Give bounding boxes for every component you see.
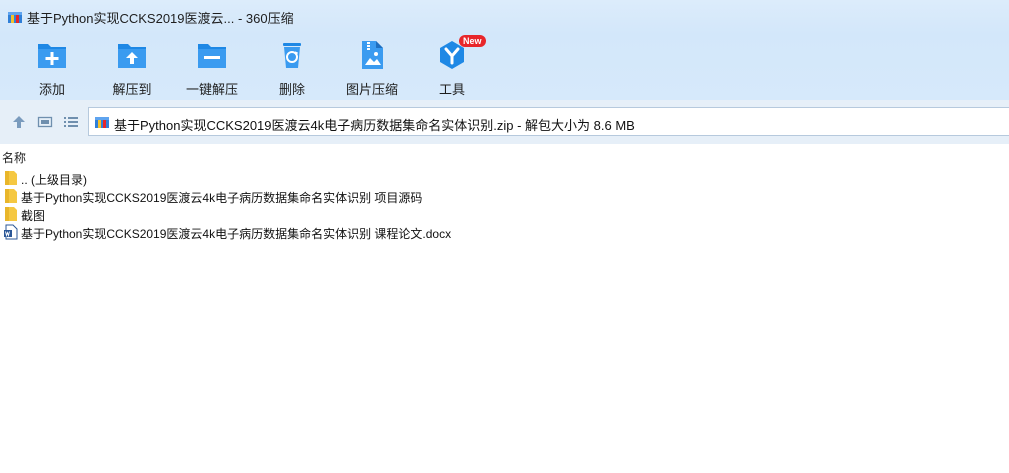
list-item-label: .. (上级目录) (21, 173, 87, 187)
delete-label: 删除 (278, 82, 305, 97)
image-compress-label: 图片压缩 (345, 82, 398, 97)
view-thumbnail-icon[interactable] (37, 114, 53, 130)
new-badge: New (459, 35, 486, 47)
folder-icon (5, 171, 17, 185)
quick-extract-icon (198, 44, 226, 68)
folder-icon (5, 207, 17, 221)
list-item-label: 基于Python实现CCKS2019医渡云4k电子病历数据集命名实体识别 项目源… (21, 191, 423, 205)
address-field[interactable]: 基于Python实现CCKS2019医渡云4k电子病历数据集命名实体识别.zip… (88, 107, 1009, 136)
extract-to-label: 解压到 (112, 82, 152, 97)
address-text: 基于Python实现CCKS2019医渡云4k电子病历数据集命名实体识别.zip… (114, 118, 635, 133)
tools-label: 工具 (438, 82, 465, 97)
extract-to-icon (118, 44, 146, 68)
list-item-source-folder[interactable]: 基于Python实现CCKS2019医渡云4k电子病历数据集命名实体识别 项目源… (0, 187, 1009, 205)
delete-icon (283, 43, 301, 68)
list-item-docx-file[interactable]: 基于Python实现CCKS2019医渡云4k电子病历数据集命名实体识别 课程论… (0, 223, 1009, 241)
word-doc-icon (4, 224, 18, 240)
list-item-screenshots-folder[interactable]: 截图 (0, 205, 1009, 223)
quick-extract-button[interactable]: 一键解压 (173, 38, 251, 98)
archive-icon (95, 117, 109, 128)
quick-extract-label: 一键解压 (185, 82, 238, 97)
image-compress-icon (362, 41, 383, 69)
list-item-parent-directory[interactable]: .. (上级目录) (0, 169, 1009, 187)
delete-button[interactable]: 删除 (253, 38, 331, 98)
extract-to-button[interactable]: 解压到 (93, 38, 171, 98)
archive-icon (8, 12, 22, 23)
file-list: .. (上级目录) 基于Python实现CCKS2019医渡云4k电子病历数据集… (0, 168, 1009, 473)
up-arrow-icon[interactable] (11, 114, 27, 130)
title-bar: 基于Python实现CCKS2019医渡云... - 360压缩 (0, 0, 1009, 34)
image-compress-button[interactable]: 图片压缩 (333, 38, 411, 98)
address-bar: 基于Python实现CCKS2019医渡云4k电子病历数据集命名实体识别.zip… (0, 100, 1009, 145)
window-title: 基于Python实现CCKS2019医渡云... - 360压缩 (27, 11, 294, 26)
folder-icon (5, 189, 17, 203)
column-header-name[interactable]: 名称 (2, 149, 26, 166)
list-item-label: 截图 (21, 209, 46, 223)
file-list-header: 名称 (0, 144, 1009, 168)
view-list-icon[interactable] (63, 114, 79, 130)
list-item-label: 基于Python实现CCKS2019医渡云4k电子病历数据集命名实体识别 课程论… (21, 227, 452, 241)
add-label: 添加 (38, 82, 65, 97)
add-button[interactable]: 添加 (13, 38, 91, 98)
tools-button[interactable]: New 工具 (413, 35, 491, 98)
toolbar: 添加 解压到 一键解压 删除 图片压缩 New 工具 (0, 34, 1009, 100)
add-icon (38, 44, 66, 68)
